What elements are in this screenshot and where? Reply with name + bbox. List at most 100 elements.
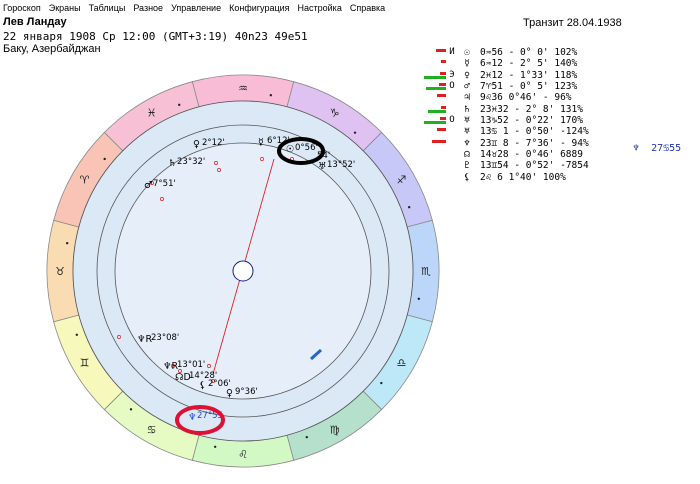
- planet-row[interactable]: ♇ 13♊54 - 0°52' -7854: [424, 160, 700, 171]
- planet-glyph-0: ♀: [193, 139, 200, 150]
- planet-position: 2♌ 6 1°40' 100%: [480, 171, 566, 183]
- green-bar: [424, 75, 446, 79]
- red-bar: [437, 128, 446, 132]
- zodiac-dot-10: [103, 157, 106, 161]
- zodiac-dot-4: [380, 381, 383, 385]
- planet-glyph-4: ♅: [318, 161, 327, 172]
- planet-icon: ♃: [464, 92, 470, 104]
- strength-bars: [424, 149, 446, 160]
- planet-state: О: [449, 81, 455, 92]
- zodiac-sign-3: ♏: [421, 265, 431, 278]
- planet-row[interactable]: ⚸ 2♌ 6 1°40' 100%: [424, 172, 700, 183]
- planet-row[interactable]: И ☉ 0♒56 - 0° 0' 102%: [424, 47, 700, 58]
- planet-state: Э: [449, 69, 455, 80]
- planet-icon: ♀: [464, 69, 470, 81]
- planet-state: О: [449, 115, 455, 126]
- planet-label-11: 9°36': [235, 387, 258, 397]
- planet-glyph-5: ♄: [168, 158, 177, 169]
- planet-row[interactable]: ♃ 9♌36 0°46' - 96%: [424, 92, 700, 103]
- zodiac-dot-9: [65, 241, 69, 245]
- strength-bars: [424, 172, 446, 183]
- planet-row[interactable]: ☿ 6♒12 - 2° 5' 140%: [424, 58, 700, 69]
- planet-icon: ♅: [464, 115, 470, 127]
- strength-bars: [424, 160, 446, 171]
- planet-icon: ☿: [464, 58, 470, 70]
- planet-position: 23♓32 - 2° 8' 131%: [480, 103, 583, 115]
- zodiac-sign-7: ♋: [147, 423, 157, 436]
- red-bar: [441, 105, 446, 109]
- zodiac-dot-5: [305, 435, 308, 439]
- red-bar: [436, 49, 446, 52]
- strength-bars: [424, 58, 446, 69]
- strength-bars: [424, 138, 446, 149]
- planet-state: И: [449, 47, 455, 57]
- planet-position: 23♊ 8 - 7°36' - 94%: [480, 137, 589, 149]
- planet-glyph-12: ♆: [188, 412, 197, 423]
- planet-row[interactable]: О ♅ 13♑52 - 0°22' 170%: [424, 115, 700, 126]
- zodiac-sign-0: ♒: [238, 82, 248, 95]
- planet-label-5: 23°32': [177, 157, 205, 167]
- planet-label-8: 13°01': [177, 360, 205, 370]
- planet-position: 14♉28 - 0°46' 6889: [480, 149, 583, 161]
- extra-planet-position: 27♋55: [651, 143, 682, 154]
- strength-bars: [424, 126, 446, 137]
- strength-bars: [424, 70, 446, 81]
- planet-icon: ♆: [464, 137, 470, 149]
- planet-position: 0♒56 - 0° 0' 102%: [480, 47, 578, 58]
- planet-position: 6♒12 - 2° 5' 140%: [480, 58, 578, 70]
- planet-position: 2♓12 - 1°33' 118%: [480, 69, 578, 81]
- zodiac-sign-8: ♊: [80, 357, 90, 370]
- red-bar: [439, 83, 446, 87]
- planet-glyph-11: ♀: [226, 388, 233, 399]
- planet-position: 7♈51 - 0° 5' 123%: [480, 81, 578, 93]
- planet-position: 13♑52 - 0°22' 170%: [480, 115, 583, 127]
- zodiac-sign-2: ♐: [397, 174, 407, 187]
- zodiac-dot-1: [353, 131, 357, 134]
- center-circle: [232, 260, 254, 282]
- strength-bars: [424, 104, 446, 115]
- strength-bars: [424, 47, 446, 58]
- zodiac-sign-11: ♓: [147, 107, 157, 120]
- planet-position: 9♌36 0°46' - 96%: [480, 92, 572, 104]
- planet-icon: ♇: [464, 160, 470, 172]
- strength-bars: [424, 81, 446, 92]
- strength-bars: [424, 115, 446, 126]
- neptune-icon: ♆: [633, 143, 640, 154]
- planet-glyph-1: ☿: [258, 137, 264, 148]
- planet-glyph-10: ⚸: [199, 380, 206, 391]
- planet-label-6: 7°51': [153, 179, 176, 189]
- zodiac-dot-7: [129, 408, 133, 411]
- zodiac-dot-8: [75, 333, 79, 336]
- zodiac-sign-4: ♎: [397, 357, 407, 370]
- zodiac-dot-0: [269, 93, 273, 97]
- planet-label-0: 2°12': [202, 138, 225, 148]
- extra-planet: ♆ 27♋55: [633, 143, 681, 154]
- planet-position: 13♊54 - 0°52' -7854: [480, 160, 589, 172]
- planet-icon: ☉: [464, 47, 470, 58]
- red-bar: [437, 94, 446, 98]
- planet-label-7: 23°08': [151, 333, 179, 343]
- zodiac-sign-1: ♑: [330, 107, 340, 120]
- planet-icon: ⚸: [463, 171, 471, 183]
- planet-row[interactable]: ♄ 23♓32 - 2° 8' 131%: [424, 104, 700, 115]
- planet-icon: ♄: [464, 103, 470, 115]
- green-bar: [426, 87, 446, 91]
- green-bar: [424, 121, 446, 125]
- zodiac-sign-5: ♍: [330, 423, 340, 436]
- zodiac-dot-3: [417, 297, 421, 301]
- planet-row[interactable]: О ♂ 7♈51 - 0° 5' 123%: [424, 81, 700, 92]
- red-bar: [441, 60, 446, 64]
- planet-label-2: 0°56': [295, 143, 318, 153]
- red-bar: [432, 139, 446, 143]
- zodiac-dot-6: [213, 445, 217, 449]
- planet-icon: ♅: [464, 126, 470, 138]
- strength-bars: [424, 92, 446, 103]
- planet-row[interactable]: Э ♀ 2♓12 - 1°33' 118%: [424, 70, 700, 81]
- green-bar: [428, 109, 446, 113]
- planet-label-4: 13°52': [327, 160, 355, 170]
- planet-icon: ☊: [464, 149, 470, 161]
- planet-glyph-2: ☉: [286, 144, 295, 155]
- planet-glyph-6: ♂: [144, 180, 153, 191]
- planet-row[interactable]: ♅ 13♋ 1 - 0°50' -124%: [424, 126, 700, 137]
- zodiac-sign-9: ♉: [55, 265, 65, 278]
